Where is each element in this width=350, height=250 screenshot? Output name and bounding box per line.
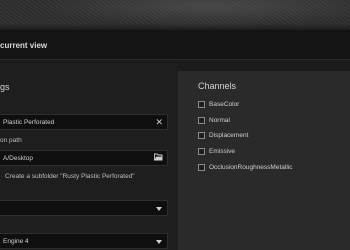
name-input-value: Plastic Perforated: [3, 119, 55, 126]
folder-open-icon[interactable]: [154, 153, 163, 164]
checkbox-icon[interactable]: [198, 148, 205, 155]
channel-label: Emissive: [209, 148, 236, 155]
channel-label: Displacement: [209, 132, 249, 139]
close-icon[interactable]: ✕: [155, 117, 163, 128]
path-input-value: A/Desktop: [3, 155, 33, 162]
channel-label: OcclusionRoughnessMetallic: [209, 164, 293, 171]
path-label: on path: [0, 137, 22, 144]
preset-dropdown[interactable]: Engine 4: [0, 233, 168, 249]
name-input[interactable]: Plastic Perforated ✕: [0, 114, 168, 130]
path-input[interactable]: A/Desktop: [0, 150, 168, 166]
checkbox-icon[interactable]: [198, 117, 205, 124]
channels-panel: [178, 71, 350, 250]
dialog-title-bar: current view: [0, 30, 350, 60]
channels-title: Channels: [198, 81, 237, 91]
settings-section-title: gs: [0, 82, 10, 92]
checkbox-icon[interactable]: [198, 101, 205, 108]
format-dropdown[interactable]: [0, 200, 168, 216]
channel-label: Normal: [209, 117, 230, 124]
checkbox-icon[interactable]: [198, 164, 205, 171]
preset-dropdown-value: Engine 4: [3, 238, 29, 245]
checkbox-icon[interactable]: [198, 132, 205, 139]
channel-label: BaseColor: [209, 101, 240, 108]
subfolder-option-label[interactable]: Create a subfolder "Rusty Plastic Perfor…: [5, 173, 135, 180]
chevron-down-icon: [156, 240, 162, 244]
dialog-title: current view: [0, 41, 48, 50]
chevron-down-icon: [156, 207, 162, 211]
